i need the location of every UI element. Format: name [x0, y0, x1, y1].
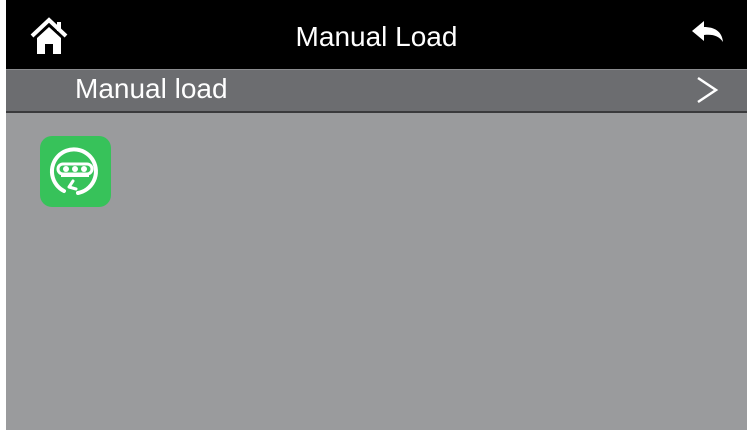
chevron-right-icon	[697, 76, 719, 104]
submenu-manual-load[interactable]: Manual load	[6, 69, 747, 113]
screen: Manual Load Manual load	[6, 0, 747, 430]
manual-load-app-icon	[49, 147, 98, 195]
home-icon	[30, 17, 68, 54]
home-button[interactable]	[29, 16, 69, 56]
title-bar: Manual Load	[6, 0, 747, 71]
back-button[interactable]	[690, 20, 726, 50]
back-arrow-icon	[692, 21, 723, 42]
submenu-label: Manual load	[75, 73, 228, 104]
page-title: Manual Load	[295, 21, 458, 52]
manual-load-app-button[interactable]	[40, 136, 111, 207]
